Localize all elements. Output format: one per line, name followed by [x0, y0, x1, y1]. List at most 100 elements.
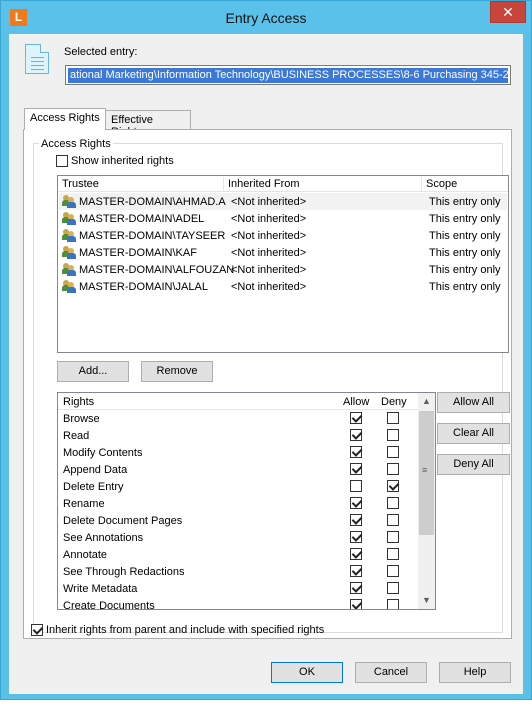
inherit-rights-label: Inherit rights from parent and include w…: [46, 624, 325, 636]
trustee-name: MASTER-DOMAIN\AHMAD.A: [79, 196, 226, 208]
deny-checkbox[interactable]: [387, 412, 399, 424]
ok-button[interactable]: OK: [271, 662, 343, 683]
allow-checkbox[interactable]: [350, 480, 362, 492]
right-name: See Through Redactions: [63, 566, 185, 578]
right-name: Delete Entry: [63, 481, 124, 493]
selected-entry-label: Selected entry:: [64, 46, 138, 58]
selected-entry-path-text: ational Marketing\Information Technology…: [68, 68, 508, 83]
rights-row: Browse: [58, 410, 418, 427]
deny-checkbox[interactable]: [387, 531, 399, 543]
deny-checkbox[interactable]: [387, 565, 399, 577]
trustee-scope: This entry only: [429, 247, 501, 259]
trustee-row[interactable]: MASTER-DOMAIN\KAF <Not inherited> This e…: [59, 244, 507, 261]
remove-trustee-button[interactable]: Remove: [141, 361, 213, 382]
trustee-name: MASTER-DOMAIN\ALFOUZAN: [79, 264, 235, 276]
trustee-row[interactable]: MASTER-DOMAIN\TAYSEER <Not inherited> Th…: [59, 227, 507, 244]
column-header-deny[interactable]: Deny: [376, 395, 407, 409]
allow-all-button[interactable]: Allow All: [437, 392, 510, 413]
allow-checkbox[interactable]: [350, 514, 362, 526]
trustee-name: MASTER-DOMAIN\JALAL: [79, 281, 208, 293]
user-group-icon: [62, 280, 77, 293]
selected-entry-path-field[interactable]: ational Marketing\Information Technology…: [65, 65, 511, 85]
close-button[interactable]: ✕: [490, 1, 526, 23]
user-group-icon: [62, 246, 77, 259]
deny-all-button[interactable]: Deny All: [437, 454, 510, 475]
allow-checkbox[interactable]: [350, 531, 362, 543]
column-header-inherited-from[interactable]: Inherited From: [224, 177, 422, 192]
close-icon: ✕: [502, 4, 514, 20]
cancel-button[interactable]: Cancel: [355, 662, 427, 683]
rights-row: Rename: [58, 495, 418, 512]
allow-checkbox[interactable]: [350, 463, 362, 475]
allow-checkbox[interactable]: [350, 446, 362, 458]
inherit-rights-box[interactable]: [31, 624, 43, 637]
show-inherited-box[interactable]: [56, 155, 68, 168]
right-name: Annotate: [63, 549, 108, 561]
show-inherited-checkbox[interactable]: Show inherited rights: [56, 155, 174, 168]
trustee-scope: This entry only: [429, 281, 501, 293]
allow-checkbox[interactable]: [350, 599, 362, 609]
trustee-row[interactable]: MASTER-DOMAIN\AHMAD.A <Not inherited> Th…: [59, 193, 507, 210]
help-button[interactable]: Help: [439, 662, 511, 683]
rights-scrollbar[interactable]: ▲ ≡ ▼: [418, 393, 435, 609]
tab-effective-rights[interactable]: Effective Rights: [105, 110, 191, 138]
right-name: Rename: [63, 498, 105, 510]
allow-checkbox[interactable]: [350, 429, 362, 441]
clear-all-button[interactable]: Clear All: [437, 423, 510, 444]
deny-checkbox[interactable]: [387, 446, 399, 458]
deny-checkbox[interactable]: [387, 548, 399, 560]
right-name: Modify Contents: [63, 447, 143, 459]
rights-row: Write Metadata: [58, 580, 418, 597]
trustee-inherited: <Not inherited>: [231, 247, 307, 259]
right-name: Write Metadata: [63, 583, 138, 595]
trustee-name: MASTER-DOMAIN\KAF: [79, 247, 197, 259]
rights-row: Annotate: [58, 546, 418, 563]
deny-checkbox[interactable]: [387, 497, 399, 509]
user-group-icon: [62, 195, 77, 208]
trustee-row[interactable]: MASTER-DOMAIN\ALFOUZAN <Not inherited> T…: [59, 261, 507, 278]
deny-checkbox[interactable]: [387, 480, 399, 492]
rights-row: Delete Document Pages: [58, 512, 418, 529]
trustee-inherited: <Not inherited>: [231, 230, 307, 242]
trustee-inherited: <Not inherited>: [231, 213, 307, 225]
scroll-grip-icon: ≡: [422, 465, 428, 475]
tab-access-rights[interactable]: Access Rights: [24, 108, 106, 130]
dialog-body: Selected entry: ational Marketing\Inform…: [9, 34, 523, 694]
column-header-scope[interactable]: Scope: [422, 177, 508, 192]
scroll-up-icon[interactable]: ▲: [418, 393, 435, 410]
deny-checkbox[interactable]: [387, 582, 399, 594]
deny-checkbox[interactable]: [387, 599, 399, 609]
access-rights-group-title: Access Rights: [39, 138, 113, 150]
right-name: Append Data: [63, 464, 128, 476]
trustee-inherited: <Not inherited>: [231, 281, 307, 293]
trustee-row[interactable]: MASTER-DOMAIN\JALAL <Not inherited> This…: [59, 278, 507, 295]
trustee-row[interactable]: MASTER-DOMAIN\ADEL <Not inherited> This …: [59, 210, 507, 227]
column-header-allow[interactable]: Allow: [338, 395, 369, 409]
column-header-rights[interactable]: Rights: [58, 395, 94, 409]
deny-checkbox[interactable]: [387, 429, 399, 441]
rights-list-header: Rights Allow Deny: [58, 393, 418, 410]
column-header-trustee[interactable]: Trustee: [58, 177, 224, 192]
document-icon: [25, 44, 49, 74]
deny-checkbox[interactable]: [387, 514, 399, 526]
rights-list[interactable]: Rights Allow Deny Browse Read Modify Con…: [57, 392, 436, 610]
inherit-rights-checkbox[interactable]: Inherit rights from parent and include w…: [31, 624, 325, 637]
right-name: See Annotations: [63, 532, 144, 544]
trustee-scope: This entry only: [429, 213, 501, 225]
rights-row: Modify Contents: [58, 444, 418, 461]
add-trustee-button[interactable]: Add...: [57, 361, 129, 382]
trustee-list[interactable]: Trustee Inherited From Scope MASTER-DOMA…: [57, 175, 509, 353]
allow-checkbox[interactable]: [350, 582, 362, 594]
trustee-inherited: <Not inherited>: [231, 264, 307, 276]
allow-checkbox[interactable]: [350, 412, 362, 424]
user-group-icon: [62, 263, 77, 276]
allow-checkbox[interactable]: [350, 497, 362, 509]
allow-checkbox[interactable]: [350, 565, 362, 577]
title-bar[interactable]: L Entry Access ✕: [1, 1, 531, 34]
allow-checkbox[interactable]: [350, 548, 362, 560]
scroll-down-icon[interactable]: ▼: [418, 592, 435, 609]
user-group-icon: [62, 212, 77, 225]
rights-row: See Annotations: [58, 529, 418, 546]
trustee-inherited: <Not inherited>: [231, 196, 307, 208]
deny-checkbox[interactable]: [387, 463, 399, 475]
